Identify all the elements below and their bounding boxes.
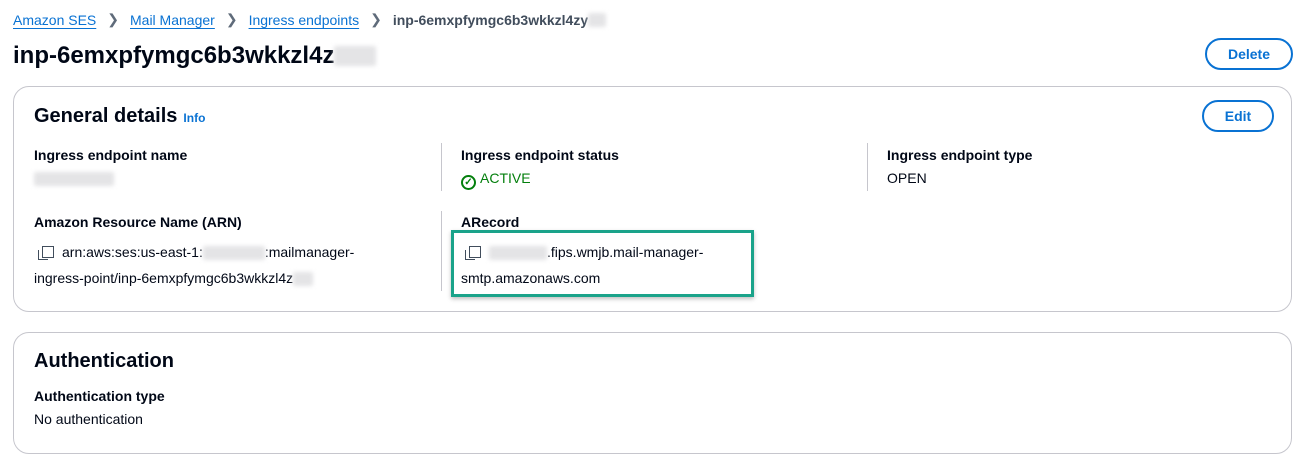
endpoint-name-label: Ingress endpoint name xyxy=(34,147,188,163)
divider xyxy=(441,143,442,191)
general-details-panel: General details Info Edit Ingress endpoin… xyxy=(13,86,1292,312)
delete-button[interactable]: Delete xyxy=(1205,38,1293,70)
page-title: inp-6emxpfymgc6b3wkkzl4z xyxy=(13,42,377,70)
authentication-title: Authentication xyxy=(34,350,174,372)
general-details-title: General details xyxy=(34,105,178,127)
check-circle-icon: ✓ xyxy=(461,175,476,190)
breadcrumb-current: inp-6emxpfymgc6b3wkkzl4zy xyxy=(392,11,589,28)
divider xyxy=(867,143,868,191)
breadcrumb: Amazon SES ❯ Mail Manager ❯ Ingress endpoi… xyxy=(13,11,607,28)
auth-type-label: Authentication type xyxy=(34,388,165,404)
arn-label: Amazon Resource Name (ARN) xyxy=(34,214,242,230)
status-text: ACTIVE xyxy=(480,170,531,186)
divider xyxy=(441,211,442,291)
endpoint-name-value xyxy=(34,166,114,190)
endpoint-type-label: Ingress endpoint type xyxy=(887,147,1033,163)
chevron-right-icon: ❯ xyxy=(225,11,238,27)
copy-icon[interactable] xyxy=(38,246,54,260)
redacted xyxy=(334,46,377,66)
breadcrumb-amazon-ses[interactable]: Amazon SES xyxy=(13,12,96,28)
breadcrumb-mail-manager[interactable]: Mail Manager xyxy=(130,12,215,28)
status-badge: ✓ ACTIVE xyxy=(461,166,531,190)
authentication-panel: Authentication Authentication type No au… xyxy=(13,332,1292,454)
section-title: General details Info xyxy=(34,105,205,128)
redacted xyxy=(588,12,607,27)
chevron-right-icon: ❯ xyxy=(370,11,382,27)
info-link[interactable]: Info xyxy=(183,111,205,125)
chevron-right-icon: ❯ xyxy=(107,11,119,27)
endpoint-status-label: Ingress endpoint status xyxy=(461,147,619,163)
breadcrumb-ingress-endpoints[interactable]: Ingress endpoints xyxy=(249,12,360,28)
highlight-box xyxy=(451,230,754,297)
edit-button[interactable]: Edit xyxy=(1202,100,1274,132)
endpoint-type-value: OPEN xyxy=(887,170,927,186)
auth-type-value: No authentication xyxy=(34,411,143,427)
arn-value: arn:aws:ses:us-east-1::mailmanager- ingr… xyxy=(34,244,355,287)
page-title-text: inp-6emxpfymgc6b3wkkzl4z xyxy=(13,42,335,69)
arecord-label: ARecord xyxy=(461,214,520,230)
